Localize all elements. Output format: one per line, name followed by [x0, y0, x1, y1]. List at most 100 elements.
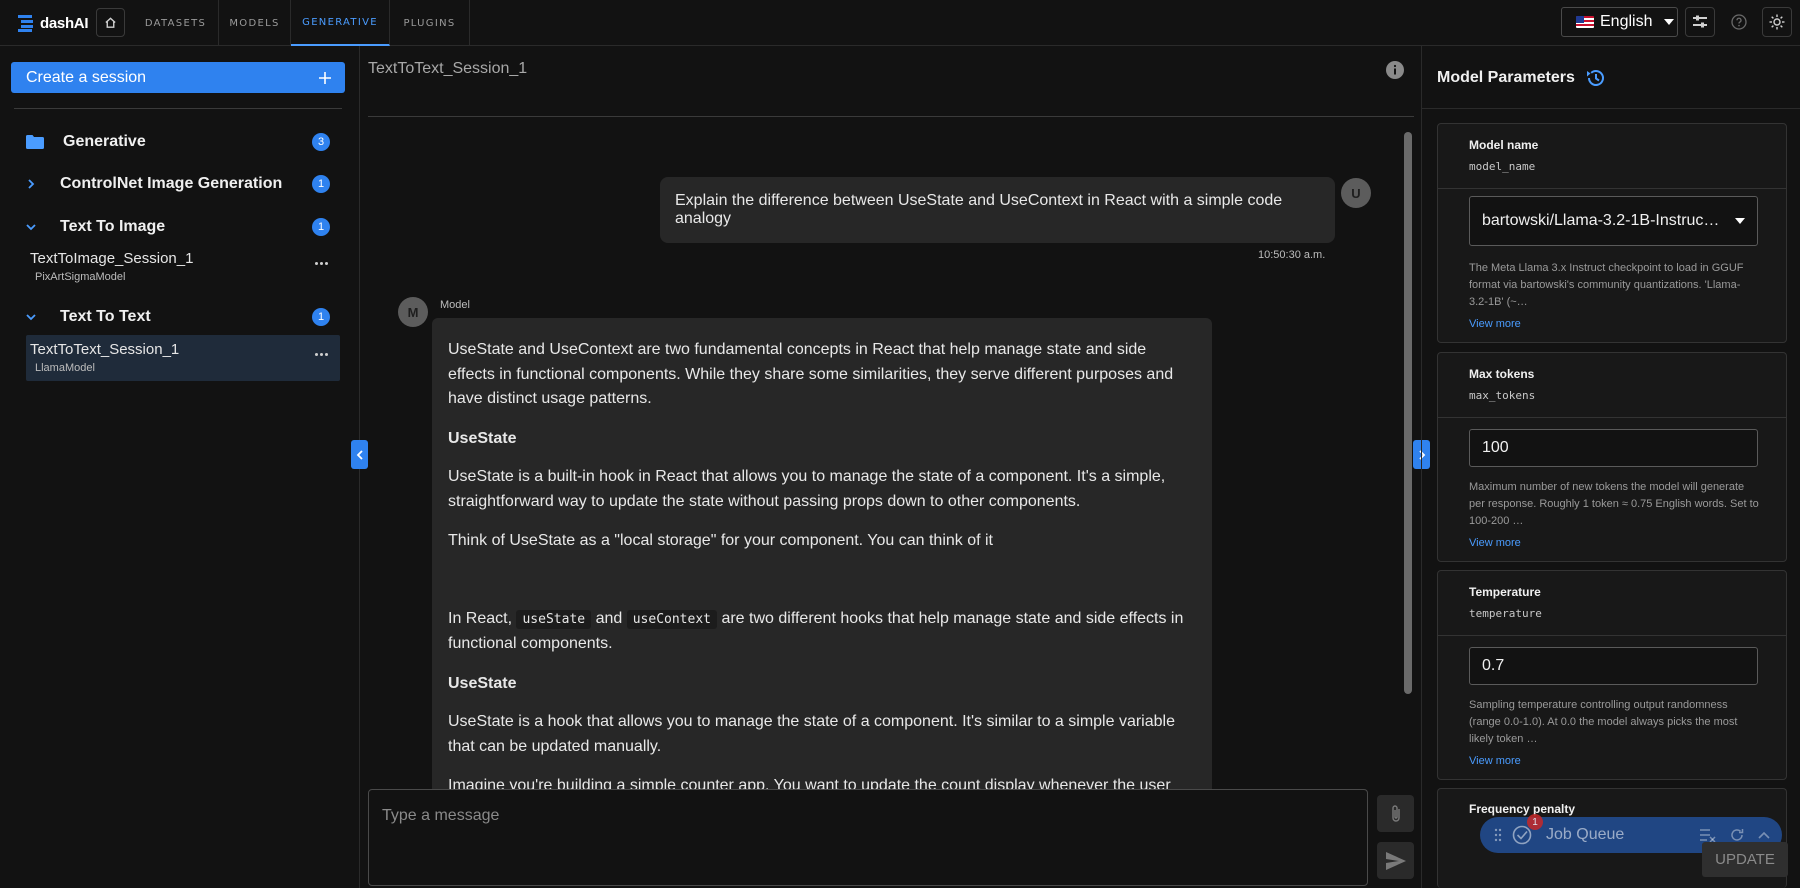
session-item-text-to-text[interactable]: TextToText_Session_1 LlamaModel [26, 335, 340, 381]
session-model: LlamaModel [35, 362, 95, 374]
top-navbar: dashAI DATASETS MODELS GENERATIVE PLUGIN… [0, 0, 1800, 46]
group-count-badge: 1 [312, 218, 330, 236]
chevron-left-icon [356, 449, 363, 460]
view-more-link[interactable]: View more [1469, 755, 1521, 767]
tab-generative[interactable]: GENERATIVE [291, 0, 390, 46]
param-description: The Meta Llama 3.x Instruct checkpoint t… [1469, 262, 1744, 308]
response-paragraph: UseState is a hook that allows you to ma… [448, 713, 1175, 755]
sidebar-divider [14, 108, 342, 109]
history-icon[interactable] [1585, 68, 1605, 88]
param-label: Max tokens [1469, 367, 1535, 381]
tab-datasets[interactable]: DATASETS [133, 0, 219, 46]
plus-icon [319, 71, 331, 84]
create-session-button[interactable]: Create a session [11, 62, 345, 93]
chevron-down-icon [26, 224, 36, 231]
language-select[interactable]: English [1561, 7, 1678, 37]
group-label: ControlNet Image Generation [60, 175, 283, 192]
model-parameters-title: Model Parameters [1437, 68, 1605, 88]
tab-models[interactable]: MODELS [219, 0, 291, 46]
message-timestamp: 10:50:30 a.m. [1258, 249, 1326, 261]
model-name-value: bartowski/Llama-3.2-1B-Instruct-GGUF [1482, 212, 1722, 229]
group-label: Text To Text [60, 308, 151, 325]
home-button[interactable] [96, 8, 125, 37]
sun-icon [1769, 14, 1785, 30]
job-queue-count-badge: 1 [1527, 814, 1543, 830]
chevron-right-icon [28, 179, 35, 189]
model-sender-label: Model [440, 299, 470, 311]
param-description: Maximum number of new tokens the model w… [1469, 481, 1759, 527]
collapse-sidebar-button[interactable] [351, 440, 368, 469]
sidebar-group-text-to-image[interactable]: Text To Image 1 [26, 214, 330, 240]
inline-code: useState [516, 609, 592, 629]
session-item-text-to-image[interactable]: TextToImage_Session_1 PixArtSigmaModel [26, 244, 340, 290]
brand-name: dashAI [40, 14, 89, 32]
more-options-icon[interactable] [315, 262, 328, 265]
chat-scrollbar[interactable] [1404, 132, 1412, 787]
sessions-sidebar: Create a session Generative 3 ControlNet… [0, 46, 360, 888]
brand-logo[interactable]: dashAI [18, 12, 89, 34]
view-more-link[interactable]: View more [1469, 537, 1521, 549]
refresh-icon[interactable] [1730, 828, 1744, 842]
chat-header-divider [368, 116, 1414, 117]
create-session-label: Create a session [26, 68, 147, 86]
max-tokens-input[interactable]: 100 [1469, 429, 1758, 467]
chevron-down-icon [1735, 218, 1745, 224]
tab-plugins[interactable]: PLUGINS [390, 0, 470, 46]
more-options-icon[interactable] [315, 353, 328, 356]
sidebar-group-controlnet[interactable]: ControlNet Image Generation 1 [26, 171, 330, 197]
update-button[interactable]: UPDATE [1702, 842, 1788, 877]
send-button[interactable] [1377, 842, 1414, 879]
help-button[interactable] [1724, 7, 1754, 37]
param-card-model-name: Model name model_name bartowski/Llama-3.… [1437, 123, 1787, 343]
param-card-temperature: Temperature temperature 0.7 Sampling tem… [1437, 570, 1787, 780]
param-description: Sampling temperature controlling output … [1469, 699, 1738, 745]
settings-toggle-button[interactable] [1685, 7, 1715, 37]
session-title: TextToText_Session_1 [30, 341, 180, 358]
info-icon[interactable] [1386, 61, 1404, 79]
params-header-divider [1422, 108, 1800, 109]
response-paragraph: UseState and UseContext are two fundamen… [448, 341, 1174, 407]
chevron-up-icon[interactable] [1758, 831, 1770, 839]
drag-handle-icon[interactable] [1494, 828, 1502, 842]
message-input[interactable]: Type a message [368, 789, 1368, 886]
group-count-badge: 3 [312, 133, 330, 151]
param-key: max_tokens [1469, 389, 1536, 402]
response-heading: UseState [448, 674, 517, 692]
model-response-bubble: UseState and UseContext are two fundamen… [432, 318, 1212, 798]
sliders-icon [1693, 15, 1707, 28]
dashai-logo-icon [18, 15, 33, 32]
chevron-down-icon [1664, 19, 1675, 25]
response-paragraph: In React, useState and useContext are tw… [448, 609, 1184, 652]
help-icon [1731, 14, 1747, 30]
attach-file-button[interactable] [1377, 795, 1414, 832]
group-count-badge: 1 [312, 308, 330, 326]
view-more-link[interactable]: View more [1469, 318, 1521, 330]
folder-icon [26, 135, 44, 149]
param-label: Model name [1469, 138, 1539, 152]
send-icon [1385, 851, 1406, 870]
param-key: model_name [1469, 160, 1536, 173]
language-label: English [1600, 13, 1653, 30]
group-label: Generative [63, 133, 146, 150]
theme-toggle-button[interactable] [1762, 7, 1792, 37]
home-icon [105, 17, 116, 28]
inline-code: useContext [626, 609, 717, 629]
us-flag-icon [1576, 16, 1594, 28]
scrollbar-thumb[interactable] [1404, 132, 1412, 694]
response-heading: UseState [448, 429, 517, 447]
paperclip-icon [1391, 804, 1400, 822]
param-key: temperature [1469, 607, 1542, 620]
temperature-input[interactable]: 0.7 [1469, 647, 1758, 685]
group-count-badge: 1 [312, 175, 330, 193]
session-title: TextToImage_Session_1 [30, 250, 194, 267]
session-model: PixArtSigmaModel [35, 271, 126, 283]
clear-list-icon[interactable] [1700, 828, 1716, 842]
sidebar-group-generative[interactable]: Generative 3 [26, 129, 330, 155]
job-queue-label: Job Queue [1546, 826, 1625, 843]
chat-session-title: TextToText_Session_1 [368, 60, 528, 77]
param-label: Temperature [1469, 585, 1541, 599]
user-avatar: U [1341, 178, 1371, 208]
param-card-max-tokens: Max tokens max_tokens 100 Maximum number… [1437, 352, 1787, 562]
model-name-select[interactable]: bartowski/Llama-3.2-1B-Instruct-GGUF [1469, 196, 1758, 246]
sidebar-group-text-to-text[interactable]: Text To Text 1 [26, 304, 330, 330]
